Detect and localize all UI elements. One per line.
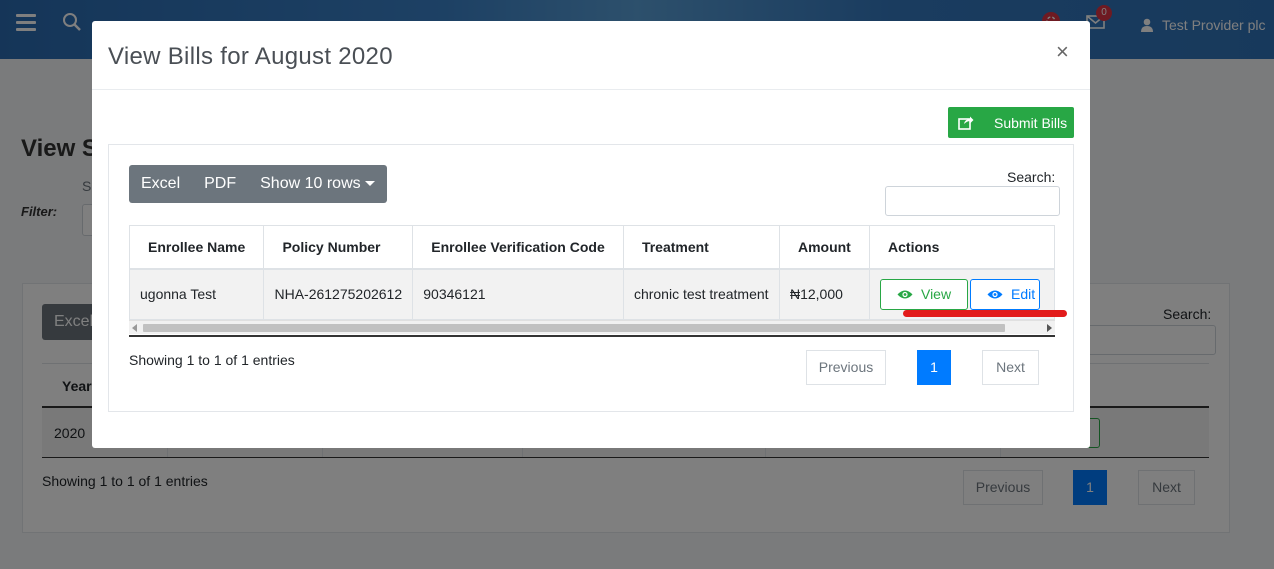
excel-button[interactable]: Excel — [129, 165, 192, 203]
entries-info: Showing 1 to 1 of 1 entries — [129, 352, 295, 368]
pdf-button[interactable]: PDF — [192, 165, 248, 203]
edit-button[interactable]: Edit — [970, 278, 1041, 310]
scroll-left-icon[interactable] — [132, 324, 137, 332]
pagination-page-1[interactable]: 1 — [917, 350, 951, 385]
submit-bills-label: Submit Bills — [994, 114, 1068, 131]
cell-amount: ₦12,000 — [778, 268, 871, 320]
export-button-group: Excel PDF Show 10 rows — [129, 165, 387, 203]
table-bottom-border — [129, 335, 1055, 337]
modal-header: View Bills for August 2020 × — [92, 21, 1090, 90]
annotation-underline — [903, 310, 1067, 317]
column-header-enrollee-name[interactable]: Enrollee Name — [129, 225, 265, 270]
submit-bills-button[interactable]: Submit Bills — [948, 107, 1074, 138]
pagination-previous[interactable]: Previous — [806, 350, 886, 385]
column-header-actions[interactable]: Actions — [869, 225, 1055, 270]
search-input[interactable] — [885, 186, 1060, 216]
close-icon[interactable]: × — [1056, 39, 1069, 65]
search-label: Search: — [1007, 169, 1056, 185]
cell-verification-code: 90346121 — [412, 268, 624, 320]
eye-icon — [897, 290, 913, 299]
scrollbar-thumb[interactable] — [143, 324, 1005, 332]
show-rows-label: Show 10 rows — [260, 175, 361, 192]
share-icon — [958, 116, 974, 130]
pagination-next[interactable]: Next — [982, 350, 1039, 385]
column-header-amount[interactable]: Amount — [778, 225, 871, 270]
horizontal-scrollbar[interactable] — [129, 320, 1055, 334]
eye-icon — [987, 290, 1003, 299]
column-header-verification-code[interactable]: Enrollee Verification Code — [412, 225, 624, 270]
cell-policy-number: NHA-261275202612 — [263, 268, 414, 320]
view-label: View — [920, 286, 952, 303]
bills-table-card: Excel PDF Show 10 rows Search: Enrollee … — [108, 144, 1074, 412]
table-header-row: Enrollee Name Policy Number Enrollee Ver… — [129, 225, 1055, 270]
cell-enrollee-name: ugonna Test — [129, 268, 265, 320]
view-button[interactable]: View — [880, 278, 969, 310]
bills-table: Enrollee Name Policy Number Enrollee Ver… — [129, 225, 1055, 320]
caret-down-icon — [364, 181, 375, 187]
show-rows-dropdown[interactable]: Show 10 rows — [248, 165, 387, 203]
modal-title: View Bills for August 2020 — [108, 43, 393, 70]
cell-treatment: chronic test treatment — [622, 268, 780, 320]
column-header-treatment[interactable]: Treatment — [622, 225, 780, 270]
view-bills-modal: View Bills for August 2020 × Submit Bill… — [92, 21, 1090, 448]
column-header-policy-number[interactable]: Policy Number — [263, 225, 414, 270]
scroll-right-icon[interactable] — [1047, 324, 1052, 332]
edit-label: Edit — [1011, 286, 1036, 303]
